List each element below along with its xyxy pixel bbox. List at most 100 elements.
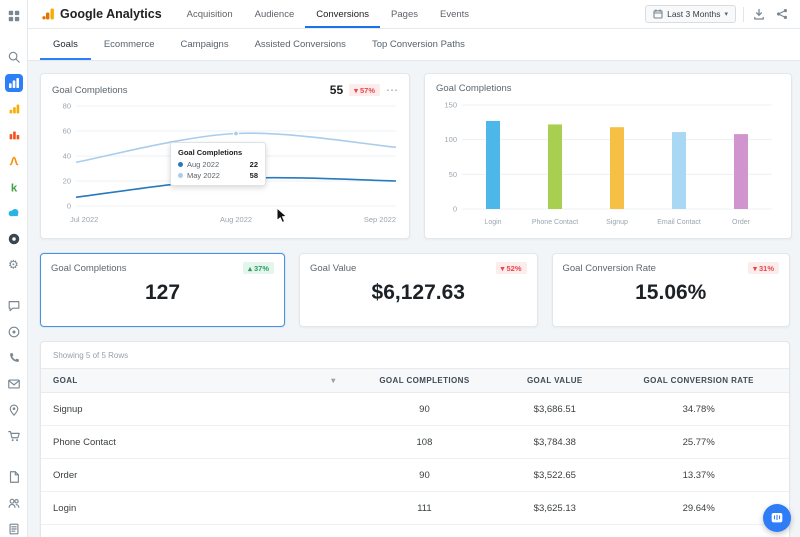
table-row[interactable]: Phone Contact108$3,784.3825.77% bbox=[41, 426, 789, 459]
nav-pages[interactable]: Pages bbox=[380, 0, 429, 28]
analytics-app-icon[interactable] bbox=[5, 100, 23, 117]
svg-text:20: 20 bbox=[63, 177, 71, 186]
apps-grid-icon[interactable] bbox=[5, 7, 23, 24]
nav-conversions[interactable]: Conversions bbox=[305, 0, 380, 28]
tab-top-conversion-paths[interactable]: Top Conversion Paths bbox=[359, 29, 478, 60]
svg-text:0: 0 bbox=[67, 202, 71, 211]
column-goal-value[interactable]: Goal Value bbox=[501, 369, 608, 393]
svg-text:80: 80 bbox=[63, 102, 71, 111]
line-chart[interactable]: 020406080Jul 2022Aug 2022Sep 2022 Goal C… bbox=[52, 100, 398, 233]
nav-acquisition[interactable]: Acquisition bbox=[176, 0, 244, 28]
file-icon[interactable] bbox=[5, 520, 23, 537]
search-icon[interactable] bbox=[5, 48, 23, 65]
tooltip-row: May 2022 58 bbox=[178, 171, 258, 180]
share-icon[interactable] bbox=[774, 6, 790, 22]
metric-cell: $3,625.13 bbox=[501, 492, 608, 525]
kpi-goal-value[interactable]: Goal Value ▾ 52% $6,127.63 bbox=[299, 253, 538, 327]
metric-cell: 34.78% bbox=[608, 393, 789, 426]
intercom-icon bbox=[769, 510, 785, 526]
k-app-icon[interactable]: k bbox=[5, 178, 23, 195]
metric-cell: 111 bbox=[348, 492, 502, 525]
kpi-value: $6,127.63 bbox=[310, 281, 527, 305]
cart-icon[interactable] bbox=[5, 427, 23, 444]
date-range-label: Last 3 Months bbox=[667, 9, 720, 19]
series-dot bbox=[178, 173, 183, 178]
header-controls: Last 3 Months ▾ bbox=[645, 5, 790, 23]
app-window: k ⚙ bbox=[0, 0, 800, 537]
goals-table: Goal ▾ Goal Completions Goal Value Goal … bbox=[41, 368, 789, 525]
change-badge: ▾ 31% bbox=[748, 262, 779, 274]
metric-cell: 25.77% bbox=[608, 426, 789, 459]
table-row[interactable]: Order90$3,522.6513.37% bbox=[41, 459, 789, 492]
svg-text:100: 100 bbox=[444, 135, 457, 144]
change-badge: ▾ 57% bbox=[349, 84, 380, 96]
line-chart-card: Goal Completions 55 ▾ 57% ⋯ 020406080Jul… bbox=[40, 73, 410, 239]
mail-icon[interactable] bbox=[5, 375, 23, 392]
metric-cell: $3,784.38 bbox=[501, 426, 608, 459]
change-badge: ▴ 37% bbox=[243, 262, 274, 274]
table-summary: Showing 5 of 5 Rows bbox=[41, 342, 789, 368]
kpi-goal-conversion-rate[interactable]: Goal Conversion Rate ▾ 31% 15.06% bbox=[552, 253, 791, 327]
report-tabs: Goals Ecommerce Campaigns Assisted Conve… bbox=[28, 29, 800, 61]
table-header-row: Goal ▾ Goal Completions Goal Value Goal … bbox=[41, 369, 789, 393]
cloud-app-icon[interactable] bbox=[5, 204, 23, 221]
column-goal[interactable]: Goal ▾ bbox=[41, 369, 348, 393]
table-row[interactable]: Login111$3,625.1329.64% bbox=[41, 492, 789, 525]
tooltip-row: Aug 2022 22 bbox=[178, 160, 258, 169]
tooltip-title: Goal Completions bbox=[178, 148, 258, 157]
goals-table-card: Showing 5 of 5 Rows Goal ▾ Goal Completi… bbox=[40, 341, 790, 537]
active-app-icon[interactable] bbox=[5, 74, 23, 91]
settings-gear-icon[interactable]: ⚙ bbox=[5, 256, 23, 273]
chevron-down-icon: ▾ bbox=[724, 10, 728, 18]
chat-icon[interactable] bbox=[5, 297, 23, 314]
people-icon[interactable] bbox=[5, 494, 23, 511]
tooltip-label: May 2022 bbox=[187, 171, 220, 180]
help-icon[interactable] bbox=[5, 323, 23, 340]
tab-assisted-conversions[interactable]: Assisted Conversions bbox=[242, 29, 359, 60]
svg-text:Aug 2022: Aug 2022 bbox=[220, 215, 252, 224]
svg-text:Login: Login bbox=[484, 219, 501, 226]
metric-total: 55 bbox=[330, 83, 343, 97]
dark-app-icon[interactable] bbox=[5, 230, 23, 247]
goal-name-cell: Login bbox=[41, 492, 348, 525]
svg-text:Order: Order bbox=[732, 219, 751, 226]
download-icon[interactable] bbox=[751, 6, 767, 22]
document-icon[interactable] bbox=[5, 468, 23, 485]
svg-text:Sep 2022: Sep 2022 bbox=[364, 215, 396, 224]
kpi-goal-completions[interactable]: Goal Completions ▴ 37% 127 bbox=[40, 253, 285, 327]
tab-ecommerce[interactable]: Ecommerce bbox=[91, 29, 168, 60]
goal-name-cell: Signup bbox=[41, 393, 348, 426]
tab-campaigns[interactable]: Campaigns bbox=[168, 29, 242, 60]
bar-chart-card: Goal Completions 050100150LoginPhone Con… bbox=[424, 73, 792, 239]
date-range-button[interactable]: Last 3 Months ▾ bbox=[645, 5, 736, 23]
dashboard-content: Goal Completions 55 ▾ 57% ⋯ 020406080Jul… bbox=[28, 60, 800, 537]
change-badge: ▾ 52% bbox=[496, 262, 527, 274]
column-goal-completions[interactable]: Goal Completions bbox=[348, 369, 502, 393]
sort-caret-icon[interactable]: ▾ bbox=[331, 376, 335, 385]
analytics-app-2-icon[interactable] bbox=[5, 126, 23, 143]
top-header: Google Analytics Acquisition Audience Co… bbox=[28, 0, 800, 29]
nav-events[interactable]: Events bbox=[429, 0, 480, 28]
svg-text:50: 50 bbox=[449, 170, 457, 179]
metric-cell: 90 bbox=[348, 393, 502, 426]
metric-cell: 13.37% bbox=[608, 459, 789, 492]
metric-cell: 108 bbox=[348, 426, 502, 459]
location-icon[interactable] bbox=[5, 401, 23, 418]
table-row[interactable]: Signup90$3,686.5134.78% bbox=[41, 393, 789, 426]
tooltip-value: 22 bbox=[242, 160, 258, 169]
spark-app-icon[interactable] bbox=[5, 152, 23, 169]
metric-cell: $3,522.65 bbox=[501, 459, 608, 492]
nav-audience[interactable]: Audience bbox=[244, 0, 306, 28]
calendar-icon bbox=[653, 9, 663, 19]
app-title: Google Analytics bbox=[60, 7, 162, 21]
chat-launcher-button[interactable] bbox=[763, 504, 791, 532]
svg-text:Email Contact: Email Contact bbox=[657, 219, 701, 226]
metric-cell: 29.64% bbox=[608, 492, 789, 525]
phone-icon[interactable] bbox=[5, 349, 23, 366]
svg-text:Phone Contact: Phone Contact bbox=[532, 219, 578, 226]
bar-chart[interactable]: 050100150LoginPhone ContactSignupEmail C… bbox=[436, 97, 780, 234]
svg-text:⚙: ⚙ bbox=[8, 258, 19, 272]
tab-goals[interactable]: Goals bbox=[40, 29, 91, 60]
column-goal-conversion-rate[interactable]: Goal Conversion Rate bbox=[608, 369, 789, 393]
more-options-icon[interactable]: ⋯ bbox=[386, 86, 398, 94]
